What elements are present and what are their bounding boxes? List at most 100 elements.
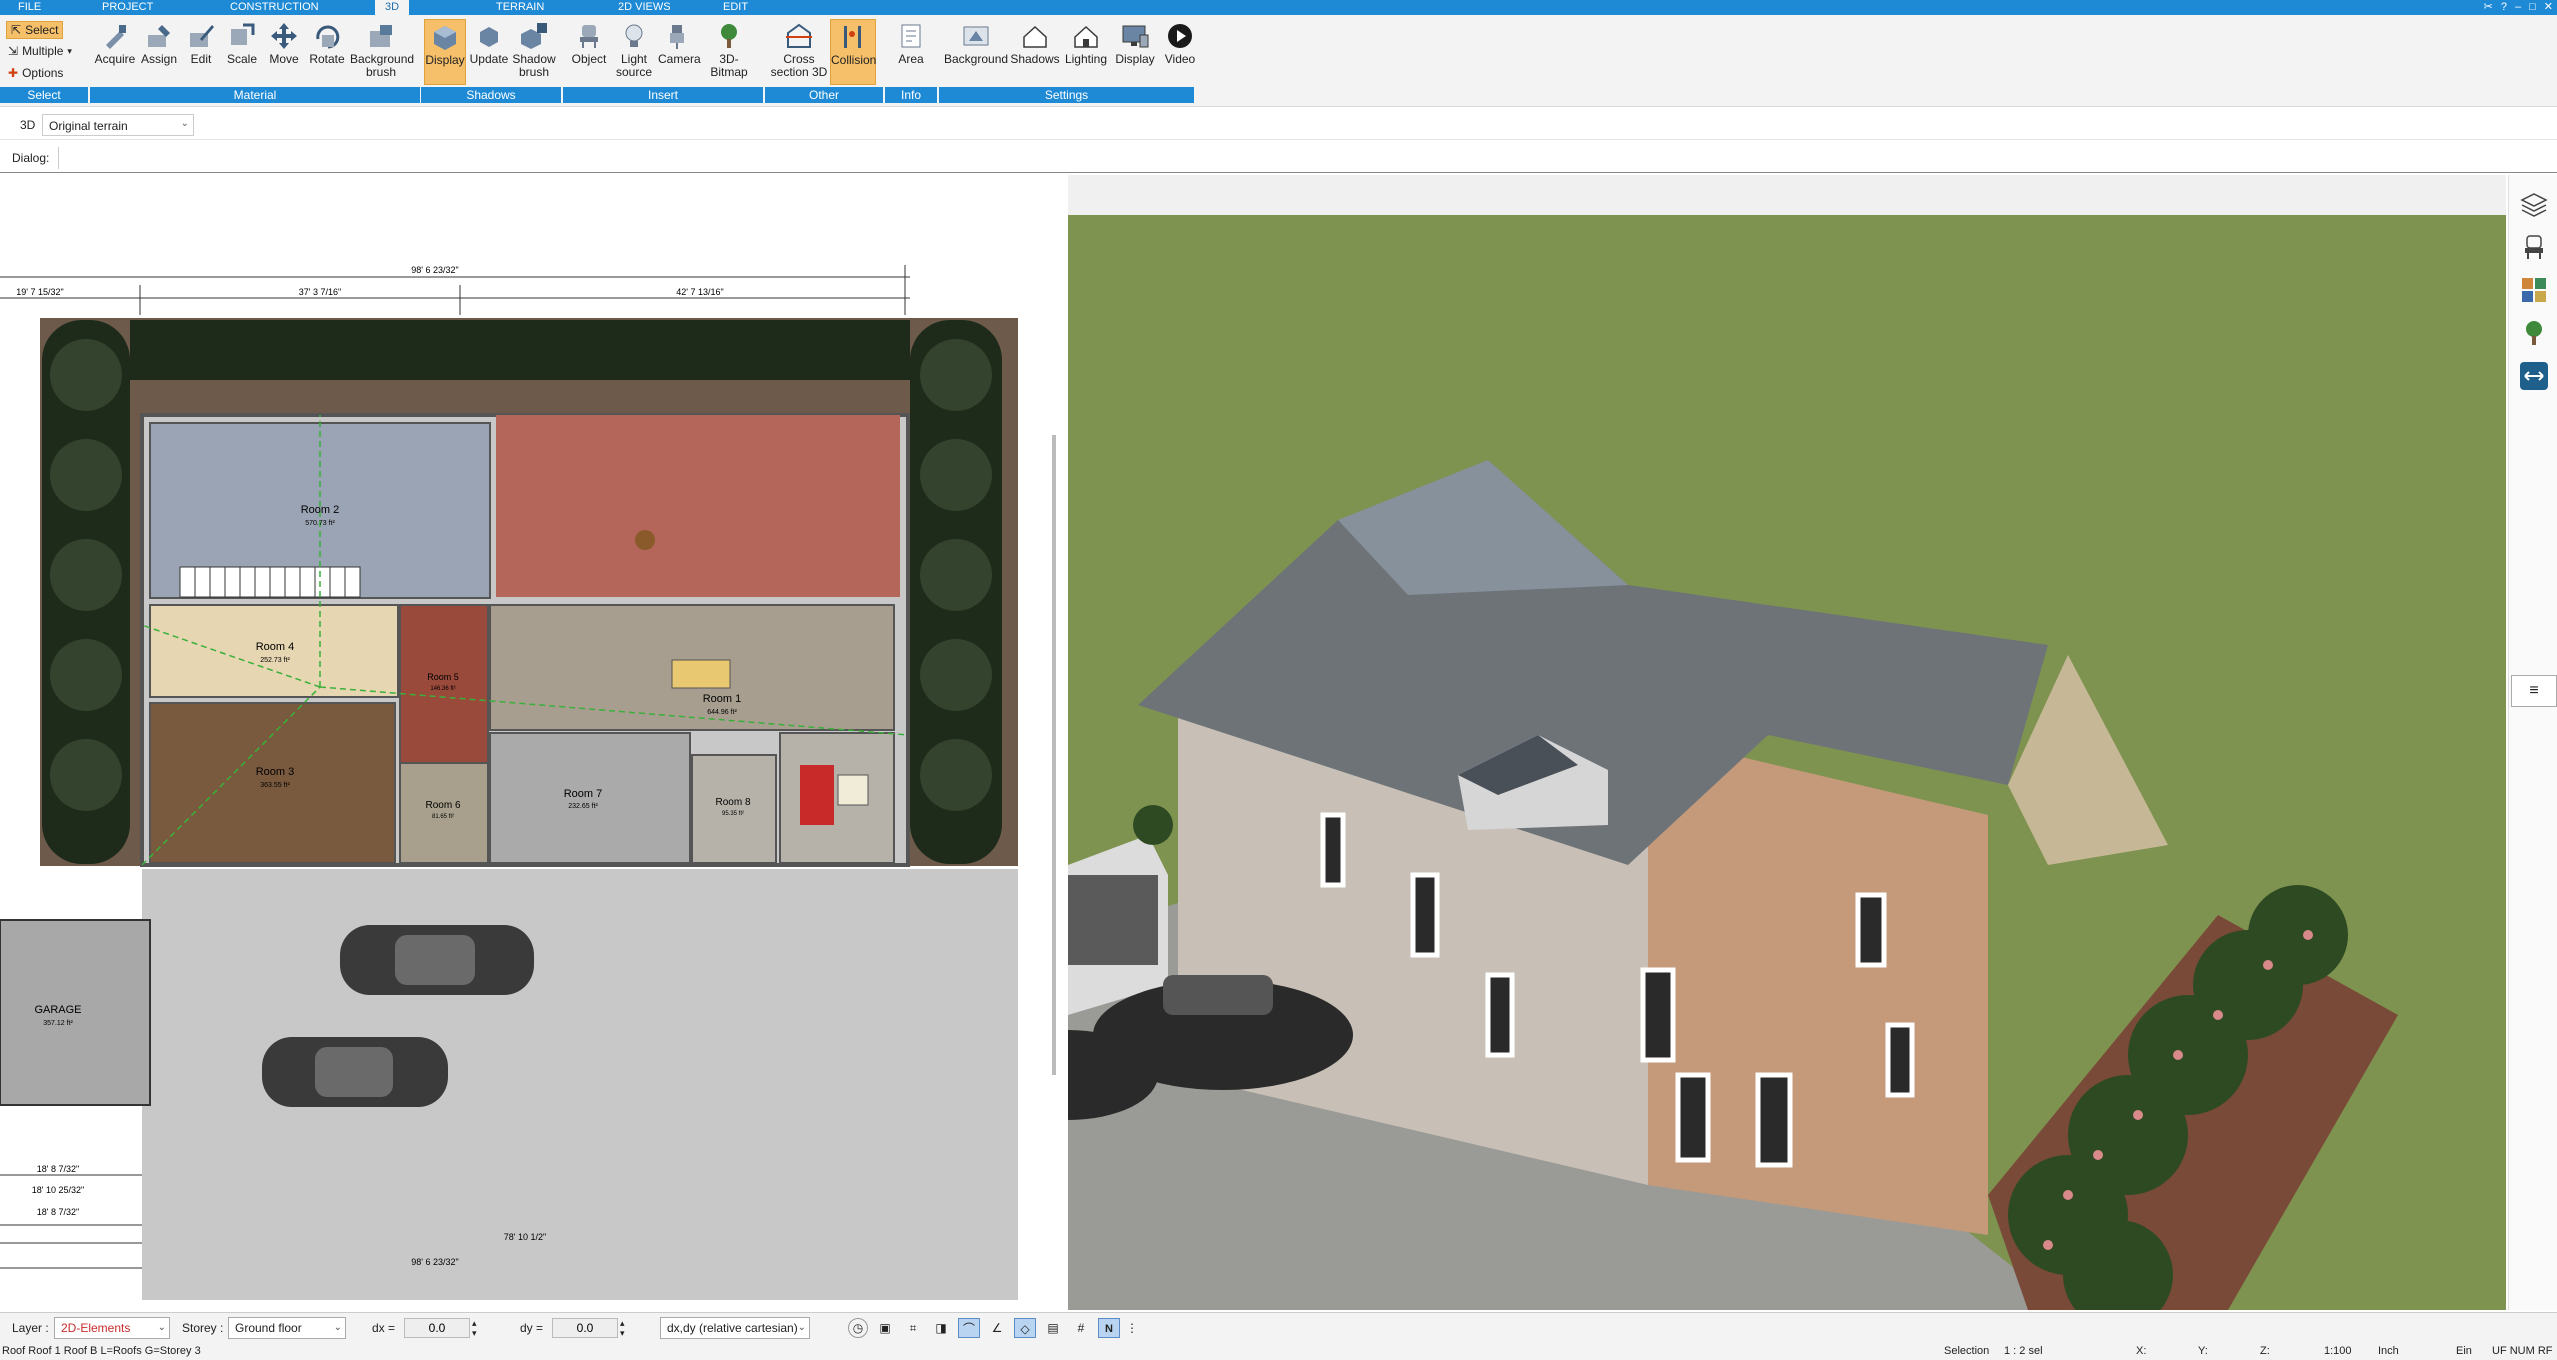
dy-label: dy = bbox=[520, 1321, 544, 1335]
rotate-button[interactable]: Rotate bbox=[306, 15, 348, 66]
dim-bottom-total: 98' 6 23/32" bbox=[411, 1257, 458, 1267]
group-label-insert: Insert bbox=[563, 87, 763, 103]
storey-select[interactable]: Ground floor ⌄ bbox=[228, 1317, 346, 1339]
dy-input[interactable] bbox=[552, 1318, 618, 1338]
close-icon[interactable]: ✕ bbox=[2544, 0, 2553, 15]
chevron-down-icon: ⌄ bbox=[797, 1322, 806, 1333]
display-settings-button[interactable]: Display bbox=[1112, 15, 1158, 66]
shadow-brush-icon bbox=[521, 23, 547, 49]
layer-label: Layer : bbox=[12, 1321, 49, 1335]
materials-icon[interactable] bbox=[2519, 275, 2549, 305]
clock-icon[interactable]: ◷ bbox=[848, 1318, 868, 1338]
multiple-icon: ⇲ bbox=[8, 44, 19, 58]
collision-button[interactable]: Collision bbox=[830, 19, 876, 85]
3d-view[interactable] bbox=[1068, 175, 2506, 1310]
chair-icon[interactable] bbox=[2519, 232, 2549, 262]
coord-mode-select[interactable]: dx,dy (relative cartesian) ⌄ bbox=[660, 1317, 810, 1339]
shadows-display-button[interactable]: Display bbox=[424, 19, 466, 85]
panel-toggle[interactable]: ≡ bbox=[2511, 675, 2557, 707]
cube-icon bbox=[434, 26, 456, 50]
room-area: 146.36 ft² bbox=[430, 686, 455, 692]
snap-icon[interactable]: ▣ bbox=[874, 1318, 896, 1338]
options-icon: ✚ bbox=[8, 66, 19, 80]
background-brush-button[interactable]: Background brush bbox=[350, 15, 415, 79]
tab-file[interactable]: FILE bbox=[8, 0, 51, 15]
transfer-icon[interactable] bbox=[2519, 361, 2549, 391]
area-button[interactable]: Area bbox=[890, 15, 932, 66]
footer-bar: Roof Roof 1 Roof B L=Roofs G=Storey 3 Se… bbox=[0, 1344, 2557, 1360]
tab-2d-views[interactable]: 2D VIEWS bbox=[608, 0, 681, 15]
more-icon[interactable]: ⋮ bbox=[1126, 1318, 1138, 1338]
light-source-button[interactable]: Light source bbox=[612, 15, 656, 79]
light-source-label: Light source bbox=[615, 52, 653, 79]
dx-input[interactable] bbox=[404, 1318, 470, 1338]
snap-grid-icon[interactable]: ⌗ bbox=[902, 1318, 924, 1338]
minimize-icon[interactable]: – bbox=[2515, 0, 2521, 15]
camera-button[interactable]: Camera bbox=[658, 15, 701, 66]
insert-object-button[interactable]: Object bbox=[568, 15, 610, 66]
layers-icon[interactable] bbox=[2519, 190, 2549, 220]
tree-icon[interactable] bbox=[2519, 318, 2549, 348]
tools-icon[interactable]: ✂ bbox=[2484, 0, 2493, 15]
tab-project[interactable]: PROJECT bbox=[92, 0, 163, 15]
chair-icon bbox=[580, 25, 598, 48]
x-coord-label: X: bbox=[2136, 1345, 2147, 1357]
dim-top-total: 98' 6 23/32" bbox=[411, 265, 458, 275]
video-button[interactable]: Video bbox=[1160, 15, 1200, 66]
options-label: Options bbox=[22, 66, 64, 80]
dy-stepper[interactable]: ▴ ▾ bbox=[620, 1318, 625, 1338]
snap-angle-icon[interactable]: ∠ bbox=[986, 1318, 1008, 1338]
chevron-down-icon: ⌄ bbox=[180, 118, 189, 129]
tab-terrain[interactable]: TERRAIN bbox=[486, 0, 554, 15]
room-label: Room 8 bbox=[715, 797, 750, 808]
hatch-icon[interactable]: ▤ bbox=[1042, 1318, 1064, 1338]
select-button[interactable]: ⇱ Select bbox=[6, 21, 64, 39]
snap-line-icon[interactable]: ⌒ bbox=[958, 1318, 980, 1338]
north-icon[interactable]: N bbox=[1098, 1318, 1120, 1338]
scale-button[interactable]: Scale bbox=[222, 15, 262, 66]
shadow-brush-button[interactable]: Shadow brush bbox=[512, 15, 556, 79]
dim-bottom-c: 18' 8 7/32" bbox=[37, 1207, 79, 1217]
group-label-info: Info bbox=[885, 87, 937, 103]
assign-button[interactable]: Assign bbox=[138, 15, 180, 66]
selection-label: Selection bbox=[1944, 1345, 1990, 1357]
room-area: 357.12 ft² bbox=[43, 1020, 73, 1027]
maximize-icon[interactable]: □ bbox=[2529, 0, 2536, 15]
background-label: Background bbox=[944, 52, 1009, 66]
multiple-button[interactable]: ⇲ Multiple ▾ bbox=[8, 44, 72, 58]
tab-construction[interactable]: CONSTRUCTION bbox=[220, 0, 329, 15]
tab-edit[interactable]: EDIT bbox=[713, 0, 758, 15]
grid-icon[interactable]: # bbox=[1070, 1318, 1092, 1338]
vertical-scrollbar[interactable] bbox=[1052, 435, 1056, 1075]
3d-scene bbox=[1068, 175, 2506, 1310]
lighting-button[interactable]: Lighting bbox=[1062, 15, 1110, 66]
terrain-select[interactable]: Original terrain ⌄ bbox=[42, 114, 194, 136]
cross-section-3d-button[interactable]: Cross section 3D bbox=[770, 15, 828, 79]
room-label: Room 5 bbox=[427, 672, 459, 682]
shadows-update-button[interactable]: Update bbox=[468, 15, 510, 66]
snap-object-icon[interactable]: ◨ bbox=[930, 1318, 952, 1338]
settings-shadows-label: Shadows bbox=[1010, 52, 1060, 66]
settings-shadows-button[interactable]: Shadows bbox=[1010, 15, 1060, 66]
assign-label: Assign bbox=[140, 52, 178, 66]
layer-select[interactable]: 2D-Elements ⌄ bbox=[54, 1317, 170, 1339]
3d-bitmap-button[interactable]: 3D-Bitmap bbox=[702, 15, 756, 79]
acquire-button[interactable]: Acquire bbox=[94, 15, 136, 66]
terrain-select-value: Original terrain bbox=[49, 119, 128, 133]
cross-section-3d-label: Cross section 3D bbox=[770, 52, 828, 79]
snap-ortho-icon[interactable]: ◇ bbox=[1014, 1318, 1036, 1338]
rotate-icon bbox=[316, 25, 340, 49]
select-label: Select bbox=[25, 23, 59, 37]
dx-stepper[interactable]: ▴ ▾ bbox=[472, 1318, 477, 1338]
options-button[interactable]: ✚ Options bbox=[8, 66, 63, 80]
move-button[interactable]: Move bbox=[264, 15, 304, 66]
help-icon[interactable]: ? bbox=[2501, 0, 2507, 15]
background-button[interactable]: Background bbox=[944, 15, 1008, 66]
floor-plan-view[interactable]: 98' 6 23/32" 37' 3 7/16" 42' 7 13/16" 19… bbox=[0, 175, 1060, 1300]
selection-count: 1 : 2 sel bbox=[2004, 1345, 2043, 1357]
room-label: GARAGE bbox=[34, 1004, 81, 1016]
edit-material-button[interactable]: Edit bbox=[182, 15, 220, 66]
area-label: Area bbox=[898, 52, 924, 66]
video-label: Video bbox=[1164, 52, 1196, 66]
background-brush-label: Background brush bbox=[350, 52, 415, 79]
